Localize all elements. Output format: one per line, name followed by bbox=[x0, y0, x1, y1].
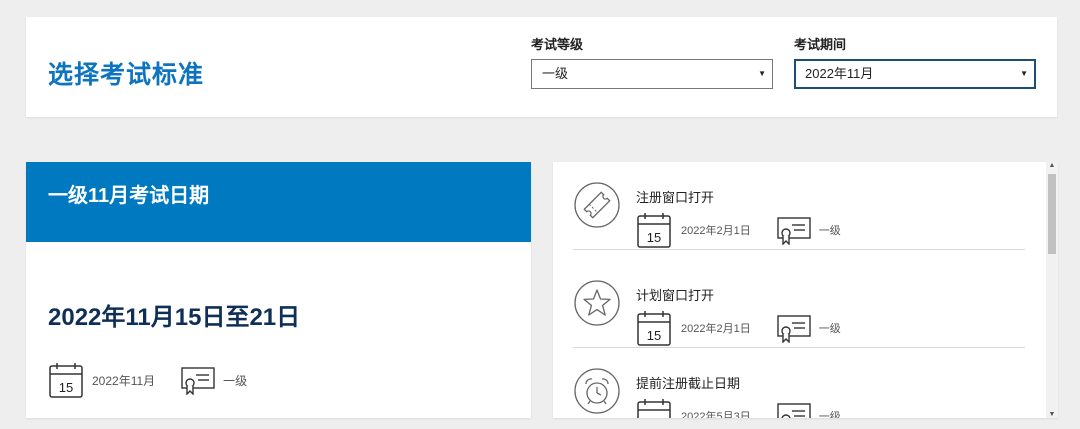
page-title: 选择考试标准 bbox=[48, 61, 205, 89]
exam-meta-row: 15 2022年11月 一级 bbox=[49, 362, 247, 398]
event-meta: 15 2022年5月3日 一级 bbox=[637, 398, 841, 418]
exam-level-label: 考试等级 bbox=[531, 37, 584, 52]
event-title: 计划窗口打开 bbox=[636, 288, 715, 303]
event-list-card: 注册窗口打开 15 2022年2月1日 一级 计划窗口打开 15 2022年2月… bbox=[553, 162, 1058, 418]
event-title: 提前注册截止日期 bbox=[636, 376, 741, 391]
certificate-icon bbox=[181, 367, 215, 395]
divider bbox=[573, 249, 1025, 250]
scroll-thumb[interactable] bbox=[1048, 174, 1056, 254]
exam-period-select[interactable]: 2022年11月 ▼ bbox=[794, 59, 1036, 89]
certificate-icon bbox=[777, 403, 811, 418]
certificate-icon bbox=[777, 217, 811, 245]
exam-date-range: 2022年11月15日至21日 bbox=[48, 304, 301, 331]
svg-text:15: 15 bbox=[647, 328, 661, 343]
dropdown-caret-icon: ▼ bbox=[758, 69, 766, 78]
star-icon bbox=[574, 280, 620, 326]
event-meta: 15 2022年2月1日 一级 bbox=[637, 212, 841, 248]
svg-text:15: 15 bbox=[647, 230, 661, 245]
calendar-icon: 15 bbox=[49, 363, 83, 398]
calendar-icon: 15 bbox=[637, 311, 671, 346]
alarm-clock-icon bbox=[574, 368, 620, 414]
calendar-icon: 15 bbox=[637, 213, 671, 248]
scroll-down-arrow-icon[interactable]: ▼ bbox=[1046, 411, 1058, 418]
calendar-icon: 15 bbox=[637, 399, 671, 418]
event-title: 注册窗口打开 bbox=[636, 190, 715, 205]
list-item: 计划窗口打开 15 2022年2月1日 一级 bbox=[553, 260, 1025, 348]
event-date: 2022年5月3日 bbox=[681, 411, 751, 418]
exam-period-label: 考试期间 bbox=[794, 37, 847, 52]
event-date: 2022年2月1日 bbox=[681, 323, 751, 335]
ticket-icon bbox=[574, 182, 620, 228]
list-item: 提前注册截止日期 15 2022年5月3日 一级 bbox=[553, 348, 1025, 418]
dropdown-caret-icon: ▼ bbox=[1020, 69, 1028, 78]
exam-level-value: 一级 bbox=[542, 66, 569, 81]
exam-date-card-header: 一级11月考试日期 bbox=[26, 162, 531, 242]
svg-text:15: 15 bbox=[647, 416, 661, 418]
certificate-icon bbox=[777, 315, 811, 343]
event-list-scrollbar[interactable]: ▲ ▼ bbox=[1046, 162, 1058, 418]
exam-period-field: 考试期间 2022年11月 ▼ bbox=[794, 36, 1036, 89]
scroll-up-arrow-icon[interactable]: ▲ bbox=[1046, 162, 1058, 169]
exam-level-text: 一级 bbox=[223, 373, 248, 388]
exam-month: 2022年11月 bbox=[92, 373, 156, 388]
event-level: 一级 bbox=[818, 411, 841, 418]
list-item: 注册窗口打开 15 2022年2月1日 一级 bbox=[553, 162, 1025, 250]
event-level: 一级 bbox=[818, 323, 841, 335]
exam-date-card: 一级11月考试日期 2022年11月15日至21日 15 2022年11月 一级 bbox=[26, 162, 531, 418]
event-date: 2022年2月1日 bbox=[681, 225, 751, 237]
calendar-day: 15 bbox=[59, 380, 73, 395]
event-level: 一级 bbox=[818, 225, 841, 237]
exam-level-select[interactable]: 一级 ▼ bbox=[531, 59, 773, 89]
event-meta: 15 2022年2月1日 一级 bbox=[637, 310, 841, 346]
exam-level-field: 考试等级 一级 ▼ bbox=[531, 36, 773, 89]
exam-period-value: 2022年11月 bbox=[805, 66, 874, 81]
exam-selector-card: 选择考试标准 考试等级 一级 ▼ 考试期间 2022年11月 ▼ bbox=[26, 17, 1057, 117]
